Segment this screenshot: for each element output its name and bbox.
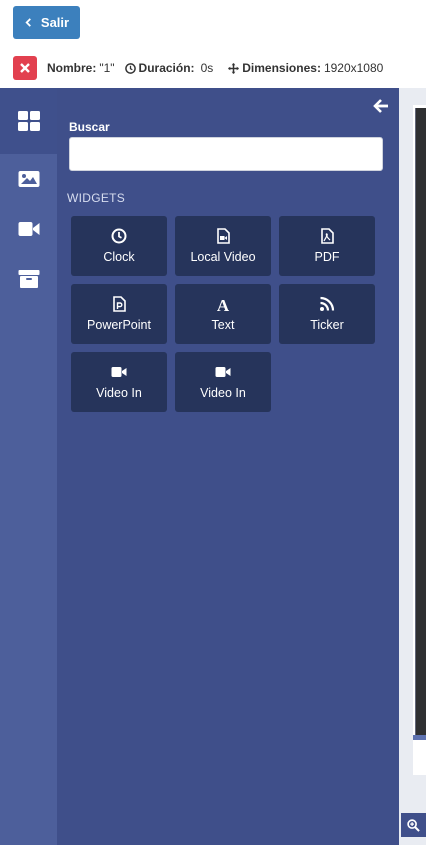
widgets-panel: Buscar WIDGETS Clock Local Video PDF Pow… (57, 88, 399, 845)
search-input[interactable] (69, 137, 383, 171)
zoom-in-icon (407, 818, 420, 832)
left-sidebar (0, 88, 57, 845)
duration-value: 0s (200, 61, 214, 75)
widgets-grid-icon (17, 111, 40, 131)
file-video-icon (217, 228, 230, 244)
widgets-section-title: WIDGETS (67, 191, 126, 205)
svg-text:A: A (217, 296, 230, 312)
arrow-left-icon[interactable] (373, 98, 389, 114)
video-camera-icon (111, 367, 127, 377)
search-label: Buscar (69, 120, 110, 134)
widget-ticker[interactable]: Ticker (279, 284, 375, 344)
widget-label: Local Video (190, 250, 256, 264)
exit-button-label: Salir (40, 15, 70, 30)
duration-label: Duración: (138, 61, 195, 75)
top-bar: Salir Nombre: "1" Duración: 0s Dimension… (0, 0, 426, 88)
dimensions-label: Dimensiones: (242, 61, 321, 75)
zoom-in-button[interactable] (401, 813, 426, 837)
name-value: "1" (99, 61, 115, 75)
font-icon: A (217, 296, 230, 312)
image-icon (18, 171, 39, 187)
clock-icon (124, 62, 136, 74)
widget-video-in[interactable]: Video In (175, 352, 271, 412)
rss-icon (320, 296, 335, 311)
widget-pdf[interactable]: PDF (279, 216, 375, 276)
widget-label: Clock (103, 250, 135, 264)
sidebar-item-videos[interactable] (0, 204, 57, 254)
clock-icon (111, 228, 127, 244)
widget-label: Ticker (310, 318, 344, 332)
widget-label: PDF (314, 250, 340, 264)
exit-button[interactable]: Salir (13, 6, 80, 39)
widget-clock[interactable]: Clock (71, 216, 167, 276)
move-arrows-icon (228, 62, 240, 74)
archive-icon (18, 270, 39, 288)
dimensions-value: 1920x1080 (323, 61, 384, 75)
close-icon (20, 63, 30, 73)
widget-local-video[interactable]: Local Video (175, 216, 271, 276)
widget-label: Video In (200, 386, 246, 400)
widget-text[interactable]: A Text (175, 284, 271, 344)
widget-label: PowerPoint (87, 318, 151, 332)
widget-grid: Clock Local Video PDF PowerPoint A Text … (71, 216, 381, 412)
widget-video-in[interactable]: Video In (71, 352, 167, 412)
name-label: Nombre: (47, 61, 97, 75)
widget-label: Video In (96, 386, 142, 400)
file-pdf-icon (321, 228, 334, 244)
canvas-scrollbar[interactable] (413, 735, 426, 740)
video-camera-icon (18, 222, 39, 236)
layout-canvas[interactable] (415, 108, 426, 738)
file-powerpoint-icon (113, 296, 126, 312)
sidebar-item-library[interactable] (0, 254, 57, 304)
widget-powerpoint[interactable]: PowerPoint (71, 284, 167, 344)
sidebar-item-widgets[interactable] (0, 88, 57, 154)
sidebar-item-images[interactable] (0, 154, 57, 204)
layout-info-row: Nombre: "1" Duración: 0s Dimensiones: 19… (13, 56, 383, 80)
chevron-left-icon (25, 18, 31, 27)
widget-label: Text (211, 318, 235, 332)
video-camera-icon (215, 367, 231, 377)
close-layout-button[interactable] (13, 56, 37, 80)
